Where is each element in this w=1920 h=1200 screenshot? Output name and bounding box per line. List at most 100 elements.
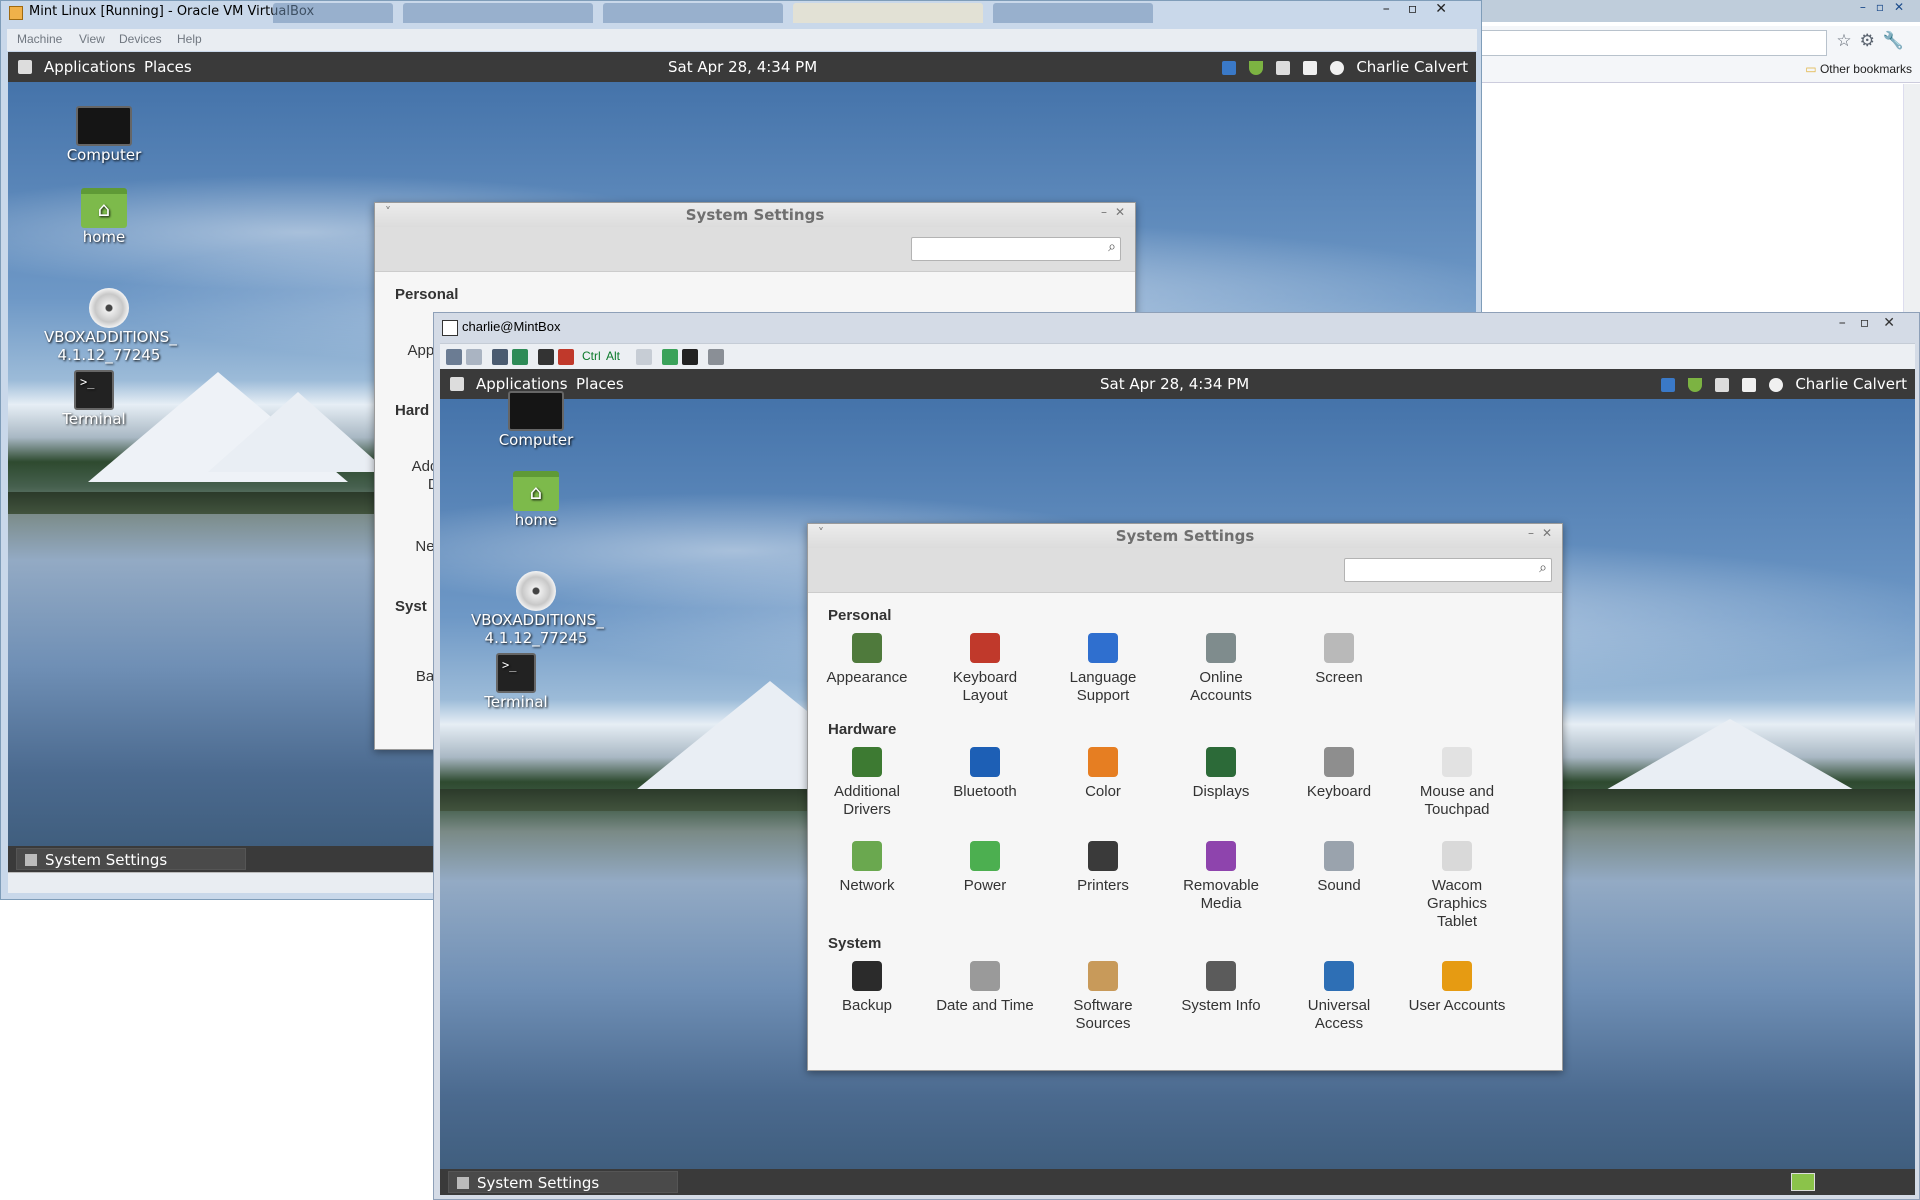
- settings-item-label: Sound: [1317, 877, 1361, 894]
- desktop-icon-terminal[interactable]: >_ Terminal: [34, 370, 154, 428]
- disconnect-icon[interactable]: [708, 349, 724, 365]
- menu-devices[interactable]: Devices: [119, 32, 162, 46]
- settings-item-universal-access[interactable]: Universal Access: [1280, 961, 1398, 1033]
- settings-item-color[interactable]: Color: [1044, 747, 1162, 801]
- settings-item-label: Bluetooth: [953, 783, 1017, 800]
- search-icon: ⌕: [1108, 239, 1116, 255]
- desktop-icon-vboxadditions[interactable]: VBOXADDITIONS_ 4.1.12_77245: [44, 288, 177, 364]
- info-icon[interactable]: [466, 349, 482, 365]
- settings-window: System Settings ˅ – ✕ ⌕ Personal Appearan…: [807, 523, 1563, 1071]
- minimize-icon[interactable]: –: [1101, 205, 1107, 219]
- system-info-icon: [1206, 961, 1236, 991]
- desktop-icon-computer[interactable]: Computer: [476, 391, 596, 449]
- panel-user[interactable]: Charlie Calvert: [1795, 375, 1907, 393]
- settings-item-sound[interactable]: Sound: [1280, 841, 1398, 895]
- settings-item-network[interactable]: Network: [808, 841, 926, 895]
- minimize-icon[interactable]: –: [1528, 526, 1534, 540]
- settings-item-wacom-tablet[interactable]: Wacom Graphics Tablet: [1398, 841, 1516, 931]
- chat-icon[interactable]: [1768, 377, 1783, 392]
- other-bookmarks[interactable]: ▭ Other bookmarks: [1805, 62, 1912, 76]
- window-menu-icon[interactable]: ˅: [385, 205, 391, 219]
- settings-item-appearance[interactable]: Appearance: [808, 633, 926, 687]
- places-menu[interactable]: Places: [144, 58, 192, 76]
- alt-key-button[interactable]: Alt: [606, 349, 620, 363]
- update-icon[interactable]: [1661, 377, 1676, 392]
- settings-item-displays[interactable]: Displays: [1162, 747, 1280, 801]
- ctrl-key-button[interactable]: Ctrl: [582, 349, 601, 363]
- settings-item-user-accounts[interactable]: User Accounts: [1398, 961, 1516, 1015]
- virtualbox-menubar: Machine View Devices Help: [7, 29, 1477, 51]
- star-icon[interactable]: ☆: [1836, 31, 1859, 51]
- host-browser-address-bar[interactable]: [1470, 30, 1827, 56]
- settings-item-printers[interactable]: Printers: [1044, 841, 1162, 895]
- settings-search-input[interactable]: ⌕: [911, 237, 1121, 261]
- settings-item-mouse[interactable]: Mouse and Touchpad: [1398, 747, 1516, 819]
- settings-item-keyboard-layout[interactable]: Keyboard Layout: [926, 633, 1044, 705]
- save-icon[interactable]: [682, 349, 698, 365]
- settings-item-software-sources[interactable]: Software Sources: [1044, 961, 1162, 1033]
- network-icon[interactable]: [1741, 377, 1756, 392]
- virtualbox-window-buttons[interactable]: –▫✕: [1383, 1, 1465, 17]
- taskbar-item-system-settings[interactable]: System Settings: [16, 848, 246, 870]
- wrench-icon[interactable]: 🔧: [1883, 31, 1912, 51]
- refresh-icon[interactable]: [512, 349, 528, 365]
- user-accounts-icon: [1442, 961, 1472, 991]
- remote-desktop-window-buttons[interactable]: –▫✕: [1839, 315, 1909, 331]
- displays-icon: [1206, 747, 1236, 777]
- settings-item-label: User Accounts: [1408, 997, 1506, 1014]
- settings-icon: [25, 854, 37, 866]
- desktop-icon-home[interactable]: ⌂ home: [476, 471, 596, 529]
- update-icon[interactable]: [1222, 60, 1237, 75]
- gear-icon[interactable]: ⚙: [1860, 31, 1883, 51]
- transfer-icon[interactable]: [662, 349, 678, 365]
- ctrl-alt-del-icon[interactable]: [558, 349, 574, 365]
- settings-item-bluetooth[interactable]: Bluetooth: [926, 747, 1044, 801]
- chat-icon[interactable]: [1329, 60, 1344, 75]
- workspace-switcher[interactable]: [1791, 1173, 1815, 1191]
- fullscreen-icon[interactable]: [492, 349, 508, 365]
- settings-item-removable-media[interactable]: Removable Media: [1162, 841, 1280, 913]
- settings-item-label: Universal Access: [1307, 997, 1371, 1032]
- menu-view[interactable]: View: [79, 32, 105, 46]
- desktop-icon-home[interactable]: ⌂ home: [44, 188, 164, 246]
- host-browser-window-buttons[interactable]: –▫✕: [1860, 0, 1914, 14]
- settings-item-additional-drivers[interactable]: Additional Drivers: [808, 747, 926, 819]
- settings-item-power[interactable]: Power: [926, 841, 1044, 895]
- taskbar-item-system-settings[interactable]: System Settings: [448, 1171, 678, 1193]
- menu-machine[interactable]: Machine: [17, 32, 62, 46]
- panel-clock[interactable]: Sat Apr 28, 4:34 PM: [668, 58, 817, 76]
- shield-icon[interactable]: [1249, 60, 1264, 75]
- close-icon[interactable]: ✕: [1542, 526, 1552, 540]
- volume-icon[interactable]: [1714, 377, 1729, 392]
- desktop-icon-terminal[interactable]: >_ Terminal: [456, 653, 576, 711]
- settings-search-input[interactable]: ⌕: [1344, 558, 1552, 582]
- mint-menu-icon: [18, 60, 32, 74]
- settings-item-system-info[interactable]: System Info: [1162, 961, 1280, 1015]
- settings-item-label: Network: [839, 877, 895, 894]
- section-personal: Personal: [828, 607, 892, 624]
- copy-icon[interactable]: [636, 349, 652, 365]
- shield-icon[interactable]: [1688, 377, 1703, 392]
- settings-item-online-accounts[interactable]: Online Accounts: [1162, 633, 1280, 705]
- network-icon[interactable]: [1302, 60, 1317, 75]
- settings-item-keyboard[interactable]: Keyboard: [1280, 747, 1398, 801]
- zoom-icon[interactable]: [538, 349, 554, 365]
- settings-item-screen-lock[interactable]: Screen: [1280, 633, 1398, 687]
- settings-item-language-support[interactable]: Language Support: [1044, 633, 1162, 705]
- options-icon[interactable]: [446, 349, 462, 365]
- desktop-icon-vboxadditions[interactable]: VBOXADDITIONS_ 4.1.12_77245: [471, 571, 604, 647]
- menu-help[interactable]: Help: [177, 32, 202, 46]
- host-browser-toolbar-icons[interactable]: ☆⚙🔧: [1836, 31, 1912, 51]
- desktop-icon-computer[interactable]: Computer: [44, 106, 164, 164]
- volume-icon[interactable]: [1275, 60, 1290, 75]
- settings-item-label: Online Accounts: [1190, 669, 1252, 704]
- settings-icon: [457, 1177, 469, 1189]
- screen-lock-icon: [1324, 633, 1354, 663]
- settings-item-backup[interactable]: Backup: [808, 961, 926, 1015]
- settings-item-clock[interactable]: Date and Time: [926, 961, 1044, 1015]
- panel-clock[interactable]: Sat Apr 28, 4:34 PM: [1100, 375, 1249, 393]
- close-icon[interactable]: ✕: [1115, 205, 1125, 219]
- window-menu-icon[interactable]: ˅: [818, 526, 824, 540]
- applications-menu[interactable]: Applications: [44, 58, 136, 76]
- panel-user[interactable]: Charlie Calvert: [1356, 58, 1468, 76]
